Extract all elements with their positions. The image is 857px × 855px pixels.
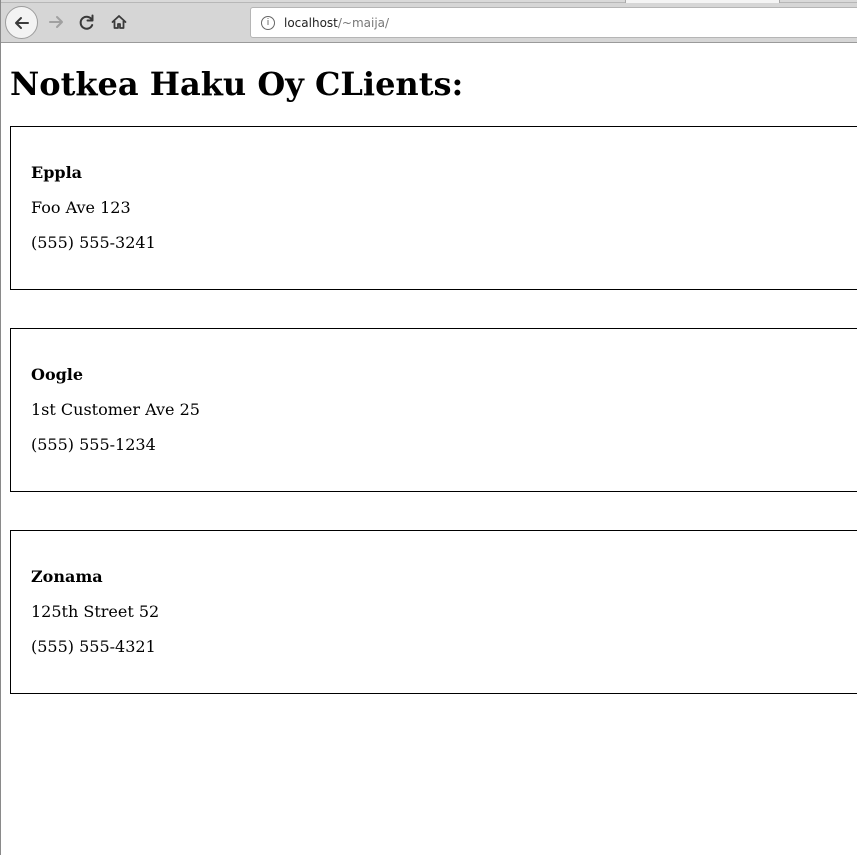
browser-window: i localhost/~maija/ Notkea Haku Oy CLien… <box>0 0 857 855</box>
reload-button[interactable] <box>72 7 102 37</box>
home-button[interactable] <box>104 7 134 37</box>
page-content: Notkea Haku Oy CLients: Eppla Foo Ave 12… <box>2 43 857 855</box>
client-phone: (555) 555-3241 <box>31 233 156 252</box>
back-button[interactable] <box>5 6 38 39</box>
url-path: /~maija/ <box>337 16 390 30</box>
page-title: Notkea Haku Oy CLients: <box>10 65 464 103</box>
home-icon <box>110 13 128 31</box>
client-phone: (555) 555-4321 <box>31 637 156 656</box>
client-name: Eppla <box>31 163 83 182</box>
client-phone: (555) 555-1234 <box>31 435 156 454</box>
url-host: localhost <box>284 16 338 30</box>
forward-button[interactable] <box>41 7 71 37</box>
client-card-eppla: Eppla Foo Ave 123 (555) 555-3241 <box>10 126 857 290</box>
site-info-icon[interactable]: i <box>261 16 275 30</box>
client-address: Foo Ave 123 <box>31 198 131 217</box>
back-arrow-icon <box>13 14 31 32</box>
client-name: Zonama <box>31 567 103 586</box>
client-card-zonama: Zonama 125th Street 52 (555) 555-4321 <box>10 530 857 694</box>
reload-icon <box>78 13 96 31</box>
client-card-oogle: Oogle 1st Customer Ave 25 (555) 555-1234 <box>10 328 857 492</box>
address-text[interactable]: localhost/~maija/ <box>284 15 389 31</box>
forward-arrow-icon <box>47 13 65 31</box>
address-bar[interactable]: i localhost/~maija/ <box>250 7 857 38</box>
client-name: Oogle <box>31 365 84 384</box>
client-address: 1st Customer Ave 25 <box>31 400 200 419</box>
client-list: Eppla Foo Ave 123 (555) 555-3241 Oogle 1… <box>10 126 857 732</box>
client-address: 125th Street 52 <box>31 602 160 621</box>
navigation-toolbar: i localhost/~maija/ <box>1 3 857 43</box>
